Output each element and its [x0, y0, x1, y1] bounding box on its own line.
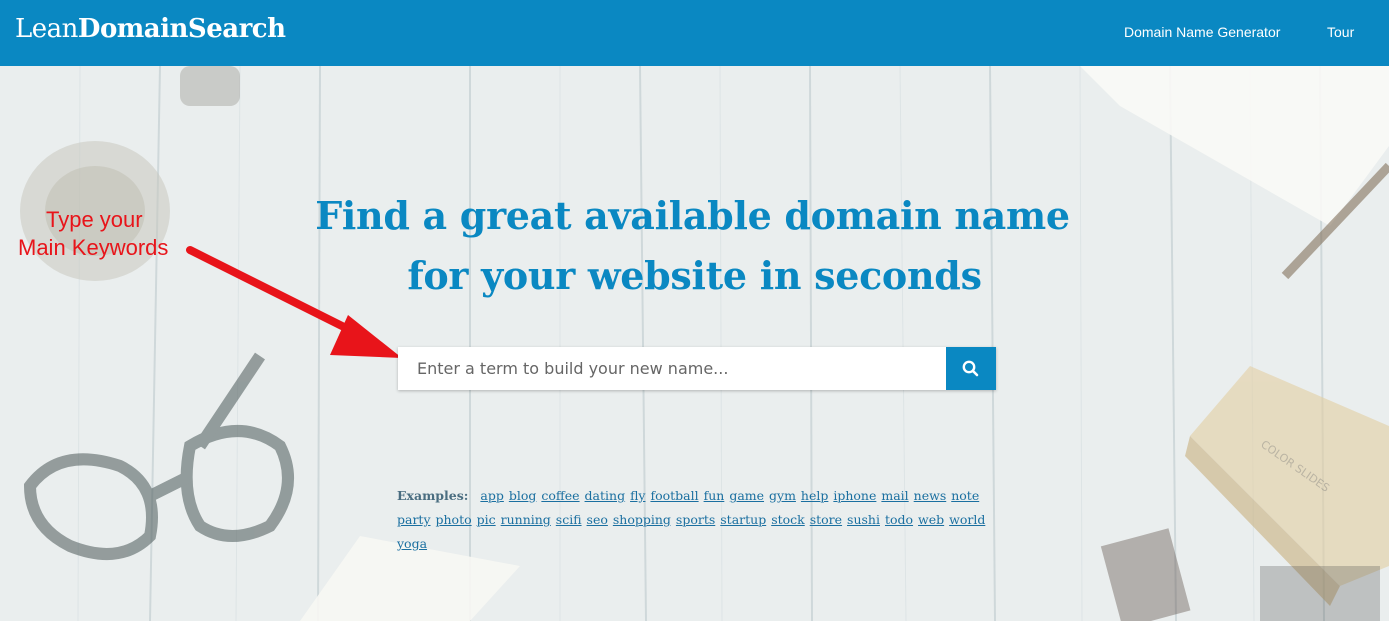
example-link-fun[interactable]: fun — [704, 488, 725, 503]
example-link-seo[interactable]: seo — [587, 512, 608, 527]
example-link-startup[interactable]: startup — [720, 512, 766, 527]
example-link-running[interactable]: running — [501, 512, 551, 527]
example-links: app blog coffee dating fly football fun … — [397, 488, 986, 551]
example-link-scifi[interactable]: scifi — [556, 512, 582, 527]
search-icon — [962, 360, 979, 376]
example-link-fly[interactable]: fly — [630, 488, 645, 503]
example-link-web[interactable]: web — [918, 512, 944, 527]
example-link-pic[interactable]: pic — [477, 512, 496, 527]
example-link-iphone[interactable]: iphone — [833, 488, 876, 503]
example-link-todo[interactable]: todo — [885, 512, 913, 527]
example-link-help[interactable]: help — [801, 488, 828, 503]
example-link-photo[interactable]: photo — [436, 512, 472, 527]
examples-section: Examples: app blog coffee dating fly foo… — [397, 484, 997, 556]
example-link-stock[interactable]: stock — [771, 512, 805, 527]
example-link-world[interactable]: world — [949, 512, 985, 527]
example-link-gym[interactable]: gym — [769, 488, 796, 503]
example-link-yoga[interactable]: yoga — [397, 536, 427, 551]
example-link-news[interactable]: news — [914, 488, 947, 503]
example-link-game[interactable]: game — [729, 488, 764, 503]
example-link-blog[interactable]: blog — [509, 488, 537, 503]
example-link-party[interactable]: party — [397, 512, 431, 527]
site-logo[interactable]: LeanDomainSearch — [15, 14, 286, 44]
logo-bold-text: DomainSearch — [77, 14, 286, 44]
nav-domain-name-generator[interactable]: Domain Name Generator — [1124, 24, 1280, 40]
search-button[interactable] — [946, 347, 996, 390]
search-box — [398, 347, 996, 390]
top-navbar: LeanDomainSearch Domain Name Generator T… — [0, 0, 1389, 66]
example-link-store[interactable]: store — [810, 512, 842, 527]
annotation-text-line1: Type your — [46, 207, 143, 232]
annotation-text-line2: Main Keywords — [18, 235, 169, 260]
example-link-app[interactable]: app — [480, 488, 503, 503]
annotation-arrow-icon — [186, 246, 402, 358]
example-link-coffee[interactable]: coffee — [541, 488, 579, 503]
hero-headline-line1: Find a great available domain name — [315, 193, 1070, 238]
nav-tour[interactable]: Tour — [1327, 24, 1354, 40]
examples-label: Examples: — [397, 488, 469, 503]
logo-light-text: Lean — [15, 14, 78, 44]
example-link-mail[interactable]: mail — [881, 488, 908, 503]
example-link-dating[interactable]: dating — [585, 488, 626, 503]
example-link-football[interactable]: football — [650, 488, 698, 503]
example-link-sushi[interactable]: sushi — [847, 512, 880, 527]
example-link-sports[interactable]: sports — [676, 512, 715, 527]
search-input[interactable] — [398, 347, 946, 390]
example-link-shopping[interactable]: shopping — [613, 512, 671, 527]
example-link-note[interactable]: note — [951, 488, 979, 503]
